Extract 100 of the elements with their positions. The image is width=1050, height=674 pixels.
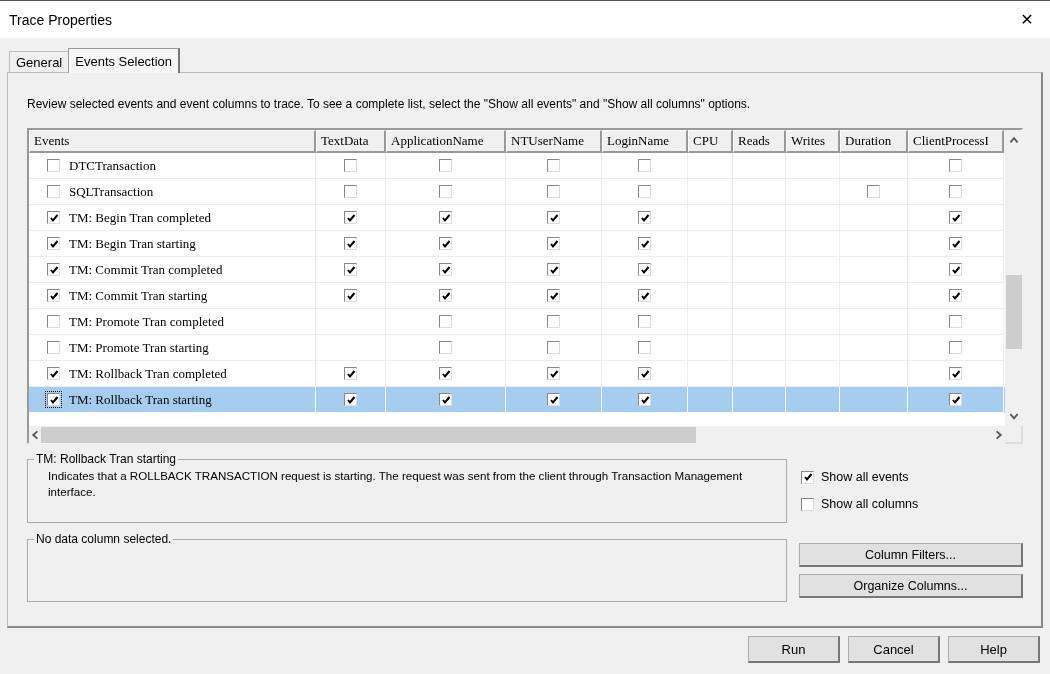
checkbox[interactable]: [949, 263, 962, 276]
checkbox[interactable]: [547, 289, 560, 302]
checkbox[interactable]: [47, 367, 60, 380]
checkbox[interactable]: [439, 185, 452, 198]
checkbox[interactable]: [47, 315, 60, 328]
event-row[interactable]: TM: Begin Tran starting: [29, 231, 1005, 257]
scrollbar-thumb[interactable]: [1006, 275, 1022, 349]
checkbox[interactable]: [47, 185, 60, 198]
checkbox[interactable]: [801, 497, 814, 511]
checkbox[interactable]: [47, 211, 60, 224]
event-row[interactable]: TM: Commit Tran starting: [29, 283, 1005, 309]
column-header[interactable]: Duration: [840, 130, 908, 153]
checkbox[interactable]: [47, 289, 60, 302]
checkbox[interactable]: [949, 393, 962, 406]
checkbox[interactable]: [47, 393, 60, 406]
checkbox[interactable]: [547, 263, 560, 276]
checkbox[interactable]: [638, 289, 651, 302]
checkbox[interactable]: [344, 393, 357, 406]
checkbox[interactable]: [439, 289, 452, 302]
checkbox[interactable]: [439, 237, 452, 250]
checkbox[interactable]: [439, 341, 452, 354]
column-header[interactable]: ApplicationName: [386, 130, 506, 153]
scroll-up-icon[interactable]: [1008, 134, 1020, 146]
checkbox[interactable]: [547, 315, 560, 328]
dialog-button[interactable]: Organize Columns...: [799, 574, 1023, 598]
checkbox[interactable]: [547, 237, 560, 250]
event-row[interactable]: TM: Promote Tran completed: [29, 309, 1005, 335]
tab[interactable]: General: [9, 51, 70, 72]
event-name: TM: Promote Tran completed: [69, 313, 224, 330]
checkbox[interactable]: [547, 211, 560, 224]
checkbox[interactable]: [344, 263, 357, 276]
checkbox[interactable]: [949, 289, 962, 302]
checkbox[interactable]: [638, 237, 651, 250]
checkbox[interactable]: [638, 263, 651, 276]
dialog-button[interactable]: Column Filters...: [799, 543, 1023, 567]
event-row[interactable]: TM: Promote Tran starting: [29, 335, 1005, 361]
column-header[interactable]: Reads: [733, 130, 786, 153]
checkbox[interactable]: [47, 237, 60, 250]
checkbox[interactable]: [439, 367, 452, 380]
checkbox[interactable]: [439, 211, 452, 224]
checkbox[interactable]: [638, 341, 651, 354]
column-header[interactable]: Writes: [786, 130, 840, 153]
checkbox[interactable]: [801, 470, 814, 484]
checkbox[interactable]: [439, 393, 452, 406]
dialog-button[interactable]: Cancel: [848, 636, 940, 663]
dialog-button[interactable]: Help: [948, 636, 1040, 663]
checkbox[interactable]: [439, 315, 452, 328]
event-row[interactable]: TM: Commit Tran completed: [29, 257, 1005, 283]
dialog-button[interactable]: Run: [748, 636, 840, 663]
scroll-left-icon[interactable]: [29, 429, 41, 441]
column-header[interactable]: CPU: [688, 130, 733, 153]
event-name: TM: Rollback Tran starting: [69, 391, 212, 408]
checkbox[interactable]: [638, 159, 651, 172]
checkbox[interactable]: [547, 185, 560, 198]
column-header[interactable]: ClientProcessI: [908, 130, 1004, 153]
event-row[interactable]: TM: Begin Tran completed: [29, 205, 1005, 231]
tab[interactable]: Events Selection: [68, 48, 181, 73]
checkbox[interactable]: [47, 341, 60, 354]
checkbox[interactable]: [949, 367, 962, 380]
column-header[interactable]: Events: [29, 130, 316, 153]
checkbox[interactable]: [47, 159, 60, 172]
checkbox[interactable]: [638, 315, 651, 328]
column-header[interactable]: NTUserName: [506, 130, 602, 153]
close-button[interactable]: ✕: [1004, 1, 1050, 38]
checkbox[interactable]: [344, 185, 357, 198]
checkbox[interactable]: [949, 211, 962, 224]
checkbox[interactable]: [344, 237, 357, 250]
checkbox-label[interactable]: Show all events: [821, 470, 909, 484]
checkbox[interactable]: [638, 393, 651, 406]
checkbox[interactable]: [949, 315, 962, 328]
event-row[interactable]: DTCTransaction: [29, 153, 1005, 179]
checkbox[interactable]: [344, 211, 357, 224]
column-header[interactable]: TextData: [316, 130, 386, 153]
checkbox[interactable]: [867, 185, 880, 198]
checkbox[interactable]: [638, 211, 651, 224]
checkbox[interactable]: [949, 185, 962, 198]
scrollbar-thumb[interactable]: [41, 427, 696, 443]
description-text: Indicates that a ROLLBACK TRANSACTION request is starting. The request was sent from the client through Transaction Management interface.: [48, 468, 744, 500]
checkbox-label[interactable]: Show all columns: [821, 497, 919, 511]
checkbox[interactable]: [949, 237, 962, 250]
scroll-right-icon[interactable]: [993, 429, 1005, 441]
checkbox[interactable]: [547, 159, 560, 172]
checkbox[interactable]: [949, 159, 962, 172]
checkbox[interactable]: [344, 159, 357, 172]
checkbox[interactable]: [949, 341, 962, 354]
checkbox[interactable]: [47, 263, 60, 276]
column-header[interactable]: LoginName: [602, 130, 688, 153]
checkbox[interactable]: [638, 185, 651, 198]
checkbox[interactable]: [547, 393, 560, 406]
checkbox[interactable]: [344, 289, 357, 302]
event-row[interactable]: TM: Rollback Tran starting: [29, 387, 1005, 413]
checkbox[interactable]: [439, 263, 452, 276]
checkbox[interactable]: [638, 367, 651, 380]
checkbox[interactable]: [547, 341, 560, 354]
checkbox[interactable]: [547, 367, 560, 380]
horizontal-scrollbar[interactable]: [29, 426, 1005, 444]
group-title: No data column selected.: [35, 532, 173, 546]
checkbox[interactable]: [344, 367, 357, 380]
checkbox[interactable]: [439, 159, 452, 172]
event-row[interactable]: SQLTransaction: [29, 179, 1005, 205]
